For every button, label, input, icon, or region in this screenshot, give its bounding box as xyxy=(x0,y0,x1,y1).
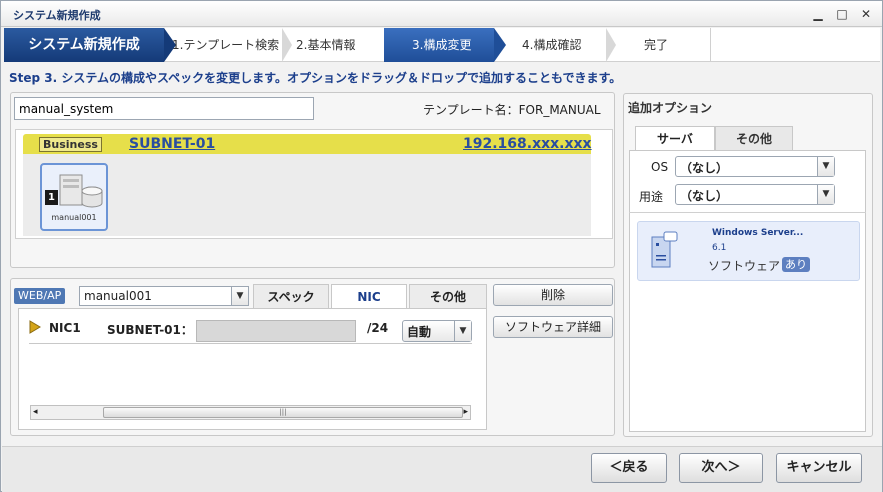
tab-options-other[interactable]: その他 xyxy=(715,126,793,150)
usage-label: 用途 xyxy=(639,190,664,204)
software-icon xyxy=(651,231,678,268)
os-select-value: （なし） xyxy=(680,161,729,175)
usage-select[interactable]: （なし） ▼ xyxy=(675,184,835,205)
software-card[interactable]: Windows Server... 6.1 ソフトウェア あり xyxy=(637,221,860,281)
software-version: 6.1 xyxy=(712,243,727,253)
template-name-label: テンプレート名：FOR_MANUAL xyxy=(423,103,601,117)
dialog-window: システム新規作成 ▁ □ ✕ システム新規作成 1.テンプレート検索 2.基本情… xyxy=(0,0,883,492)
divider xyxy=(29,343,472,344)
server-select-value: manual001 xyxy=(84,289,152,303)
ip-mode-select[interactable]: 自動 ▼ xyxy=(402,320,472,342)
cancel-button[interactable]: キャンセル xyxy=(776,453,862,483)
system-name-input[interactable] xyxy=(14,97,314,120)
wizard-steps: システム新規作成 1.テンプレート検索 2.基本情報 3.構成変更 4.構成確認… xyxy=(4,28,880,62)
chevron-down-icon[interactable]: ▼ xyxy=(817,157,834,176)
subnet-area[interactable] xyxy=(23,154,591,236)
software-detail-button[interactable]: ソフトウェア詳細 xyxy=(493,316,613,338)
software-badge: あり xyxy=(782,257,810,272)
tab-spec[interactable]: スペック xyxy=(253,284,329,308)
tab-nic[interactable]: NIC xyxy=(331,284,407,309)
tab-server[interactable]: サーバ xyxy=(635,126,715,151)
scroll-right-icon[interactable]: ▸ xyxy=(463,406,468,419)
expand-arrow-icon[interactable] xyxy=(29,320,41,334)
instruction-text: Step 3. システムの構成やスペックを変更します。オプションをドラッグ＆ドロ… xyxy=(9,71,622,85)
wizard-title: システム新規作成 xyxy=(4,28,164,62)
next-button[interactable]: 次へ＞ xyxy=(679,453,763,483)
chevron-down-icon[interactable]: ▼ xyxy=(454,321,471,341)
nic-name: NIC1 xyxy=(49,321,81,335)
arrow-icon xyxy=(494,28,506,62)
close-icon[interactable]: ✕ xyxy=(857,5,875,23)
back-button[interactable]: ＜戻る xyxy=(591,453,667,483)
scroll-left-icon[interactable]: ◂ xyxy=(33,406,38,419)
wizard-step-4: 4.構成確認 xyxy=(522,38,582,52)
software-name: Windows Server... xyxy=(712,228,804,238)
server-node[interactable]: 1 manual001 xyxy=(40,163,108,231)
server-icon xyxy=(59,174,103,208)
ip-mode-value: 自動 xyxy=(407,325,432,339)
maximize-icon[interactable]: □ xyxy=(833,5,851,23)
options-title: 追加オプション xyxy=(628,101,713,115)
divider xyxy=(629,212,866,213)
os-label: OS xyxy=(651,160,669,174)
chevron-down-icon[interactable]: ▼ xyxy=(817,185,834,204)
os-select[interactable]: （なし） ▼ xyxy=(675,156,835,177)
divider xyxy=(710,28,711,62)
title-bar: システム新規作成 ▁ □ ✕ xyxy=(1,1,882,27)
window-title: システム新規作成 xyxy=(13,9,101,22)
tab-other[interactable]: その他 xyxy=(409,284,487,308)
node-number-badge: 1 xyxy=(45,190,58,205)
delete-button[interactable]: 削除 xyxy=(493,284,613,306)
wizard-step-5: 完了 xyxy=(644,38,669,52)
subnet-ip-link[interactable]: 192.168.xxx.xxx xyxy=(463,136,592,152)
chevron-down-icon[interactable]: ▼ xyxy=(231,287,248,305)
wizard-step-2: 2.基本情報 xyxy=(296,38,356,52)
node-label: manual001 xyxy=(51,213,97,222)
software-type: ソフトウェア xyxy=(708,259,781,273)
ip-address-input[interactable] xyxy=(196,320,356,342)
horizontal-scrollbar[interactable]: ◂ ||| ▸ xyxy=(30,405,471,420)
zone-tag: Business xyxy=(39,137,102,152)
subnet-name-link[interactable]: SUBNET-01 xyxy=(129,136,215,152)
arrow-icon xyxy=(282,28,292,62)
nic-subnet-label: SUBNET-01： xyxy=(107,323,193,337)
minimize-icon[interactable]: ▁ xyxy=(809,5,827,23)
server-select[interactable]: manual001 ▼ xyxy=(79,286,249,306)
scroll-grip-icon: ||| xyxy=(279,408,287,416)
role-tag: WEB/AP xyxy=(14,288,66,304)
usage-select-value: （なし） xyxy=(680,189,729,203)
wizard-step-3-active: 3.構成変更 xyxy=(384,28,494,62)
subnet-mask: /24 xyxy=(367,321,389,335)
scroll-thumb[interactable]: ||| xyxy=(103,407,463,418)
arrow-icon xyxy=(606,28,616,62)
wizard-step-1: 1.テンプレート検索 xyxy=(172,38,280,52)
